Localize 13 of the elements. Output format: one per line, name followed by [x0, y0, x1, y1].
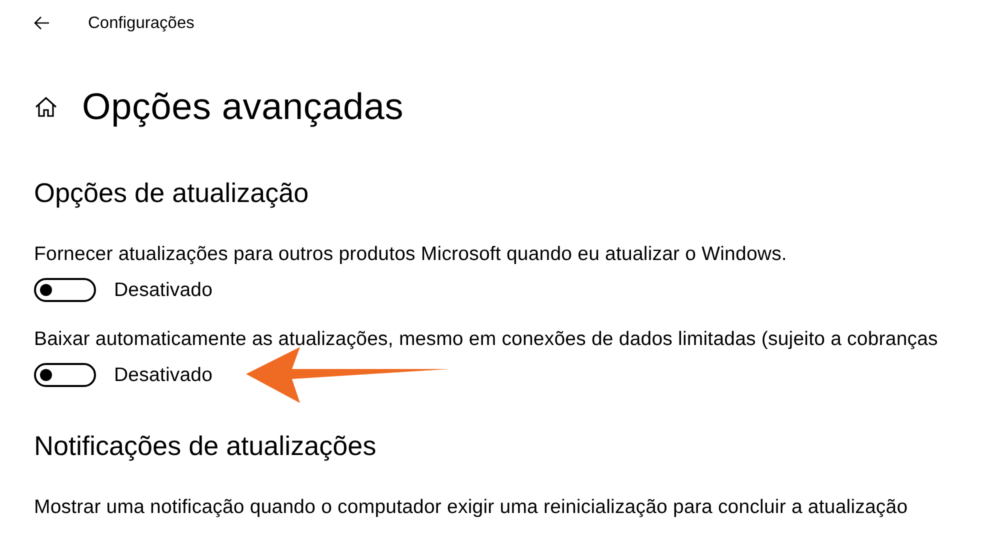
toggle-state: Desativado — [114, 278, 213, 302]
toggle-switch[interactable] — [34, 363, 96, 387]
page-title: Opções avançadas — [82, 86, 404, 128]
toggle-switch[interactable] — [34, 278, 96, 302]
window-title: Configurações — [88, 14, 194, 32]
setting-description: Fornecer atualizações para outros produtos Microsoft quando eu atualizar o Windows. — [34, 243, 788, 266]
setting-description: Baixar automaticamente as atualizações, mesmo em conexões de dados limitadas (sujeito a cobranças — [34, 328, 939, 351]
back-arrow-icon[interactable] — [34, 16, 50, 30]
section-heading: Notificações de atualizações — [34, 431, 378, 462]
setting-description: Mostrar uma notificação quando o computador exigir uma reinicialização para concluir a atualização — [34, 496, 909, 519]
toggle-state: Desativado — [114, 364, 213, 386]
section-heading: Opções de atualização — [34, 178, 310, 209]
home-icon[interactable] — [34, 96, 58, 118]
